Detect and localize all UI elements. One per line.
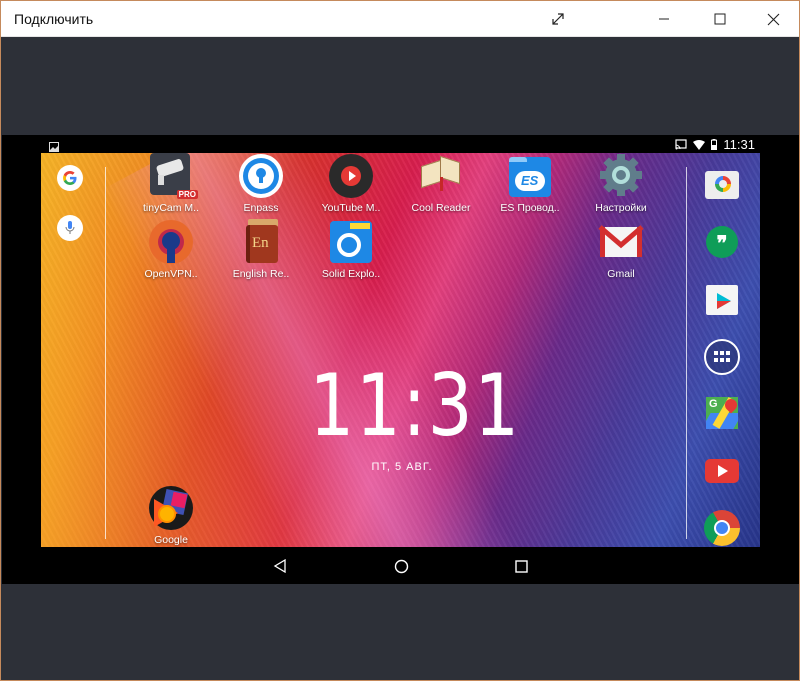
google-g-icon <box>63 171 77 185</box>
es-explorer-icon: ES <box>507 153 553 199</box>
app-label: ES Провод.. <box>500 202 560 214</box>
close-button[interactable] <box>750 1 796 37</box>
app-es-explorer[interactable]: ES ES Провод.. <box>493 153 567 214</box>
maps-icon: G <box>706 397 738 429</box>
app-label: Gmail <box>607 268 635 280</box>
dock-youtube[interactable] <box>703 452 741 490</box>
app-youtube-music[interactable]: YouTube M.. <box>314 153 388 214</box>
dock-chrome[interactable] <box>703 509 741 547</box>
app-label: Google <box>154 534 188 546</box>
pro-badge: PRO <box>176 190 198 199</box>
app-label: OpenVPN.. <box>144 268 198 280</box>
hangouts-icon: ❞ <box>706 226 738 258</box>
enpass-icon <box>238 153 284 199</box>
app-label: tinyCam M.. <box>142 202 199 214</box>
recents-button[interactable] <box>511 557 531 575</box>
app-settings[interactable]: Настройки <box>584 153 658 214</box>
youtube-music-icon <box>328 153 374 199</box>
app-google-play-music[interactable]: Google <box>134 485 208 546</box>
chrome-icon <box>704 510 740 546</box>
window-title: Подключить <box>14 11 94 27</box>
maximize-button[interactable] <box>697 1 743 37</box>
tinycam-icon: PRO <box>148 153 198 199</box>
app-tinycam[interactable]: PRO tinyCam M.. <box>134 153 208 214</box>
app-english-reader[interactable]: En English Re.. <box>224 219 298 280</box>
title-bar: Подключить <box>1 1 799 37</box>
status-time: 11:31 <box>723 137 755 152</box>
home-icon <box>394 559 408 573</box>
close-icon <box>767 13 779 25</box>
microphone-icon <box>65 221 75 234</box>
dock-camera[interactable] <box>703 167 741 205</box>
camera-icon <box>705 171 739 199</box>
dock-hangouts[interactable]: ❞ <box>703 224 741 262</box>
app-cool-reader[interactable]: Cool Reader <box>404 153 478 214</box>
app-solid-explorer[interactable]: Solid Explo.. <box>314 219 388 280</box>
clock-widget-date: ПТ, 5 АВГ. <box>371 461 433 473</box>
solid-explorer-icon <box>328 219 374 265</box>
app-label: Solid Explo.. <box>321 268 381 280</box>
fullscreen-button[interactable] <box>535 1 581 37</box>
battery-icon <box>711 139 718 150</box>
app-label: Настройки <box>595 202 647 214</box>
dock-maps[interactable]: G <box>703 395 741 433</box>
app-enpass[interactable]: Enpass <box>224 153 298 214</box>
left-divider <box>105 167 106 539</box>
android-status-bar: 11:31 <box>41 137 761 153</box>
dock-app-drawer[interactable] <box>703 338 741 376</box>
back-button[interactable] <box>270 557 290 575</box>
android-nav-bar <box>41 549 761 583</box>
right-dock: ❞ G <box>703 167 743 547</box>
left-dock <box>57 165 87 265</box>
dock-play-store[interactable] <box>703 281 741 319</box>
gmail-icon <box>598 219 644 265</box>
cast-icon <box>675 139 688 150</box>
app-label: YouTube M.. <box>321 202 381 214</box>
recents-icon <box>514 559 528 573</box>
connect-window: Подключить 11:31 PRO tinyCam M.. Enpass … <box>0 0 800 681</box>
app-gmail[interactable]: Gmail <box>584 219 658 280</box>
app-drawer-icon <box>704 339 740 375</box>
clock-widget-time[interactable]: 11:31 <box>309 363 519 449</box>
play-store-icon <box>706 285 738 315</box>
cool-reader-icon <box>418 153 464 199</box>
home-button[interactable] <box>391 557 411 575</box>
app-openvpn[interactable]: OpenVPN.. <box>134 219 208 280</box>
openvpn-icon <box>148 219 194 265</box>
app-label: Cool Reader <box>411 202 471 214</box>
settings-icon <box>598 153 644 199</box>
home-screen: PRO tinyCam M.. Enpass YouTube M.. Cool … <box>41 153 760 547</box>
wifi-icon <box>693 139 706 150</box>
maximize-icon <box>714 13 726 25</box>
google-search-button[interactable] <box>57 165 83 191</box>
minimize-button[interactable] <box>641 1 687 37</box>
google-play-music-icon <box>148 485 194 531</box>
minimize-icon <box>659 18 669 20</box>
expand-icon <box>552 13 564 25</box>
youtube-icon <box>705 459 739 483</box>
right-divider <box>686 167 687 539</box>
english-reader-icon: En <box>238 219 284 265</box>
back-icon <box>273 559 286 573</box>
voice-search-button[interactable] <box>57 215 83 241</box>
app-label: Enpass <box>243 202 279 214</box>
app-label: English Re.. <box>232 268 290 280</box>
